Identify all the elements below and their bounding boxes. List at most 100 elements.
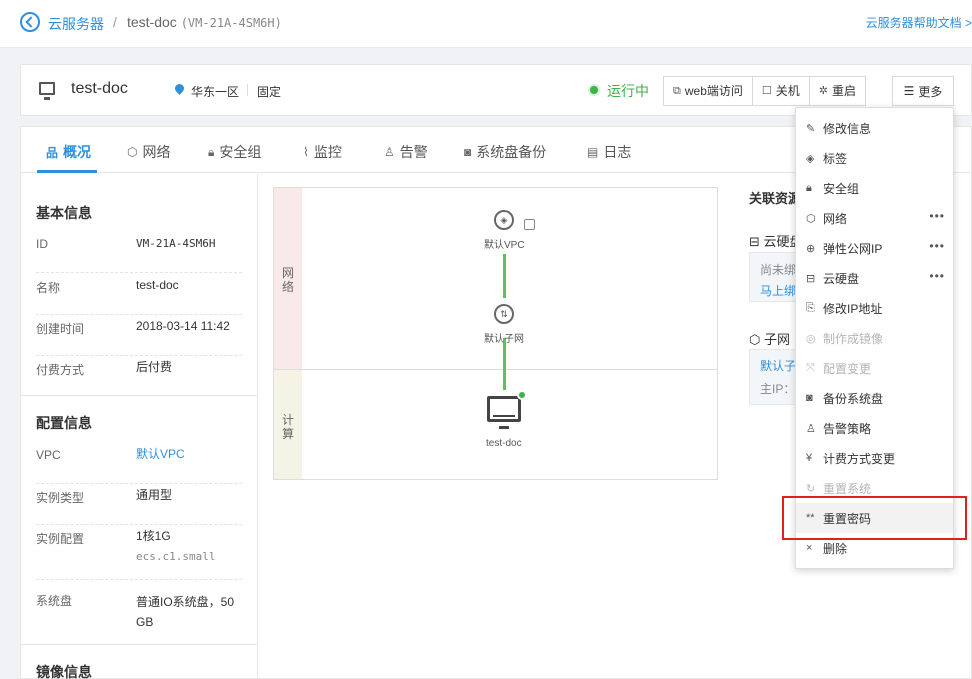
lock-icon: 🔒︎ xyxy=(208,144,215,159)
ip-type-label: 固定 xyxy=(257,85,282,99)
bell-icon: ♙ xyxy=(384,145,395,159)
subnet-node-icon[interactable]: ⇅ xyxy=(494,304,514,324)
overview-icon: 品 xyxy=(46,145,59,160)
more-label: 更多 xyxy=(918,84,943,99)
menu-item-label: 网络 xyxy=(823,211,848,226)
menu-item-reset-system[interactable]: ↻ 重置系统 xyxy=(796,473,953,503)
menu-item-network[interactable]: ⬡ 网络 ••• xyxy=(796,203,953,233)
help-doc-link[interactable]: 云服务器帮助文档 > xyxy=(866,14,972,31)
menu-item-label: 删除 xyxy=(823,541,848,556)
region-label: 华东一区 xyxy=(191,85,240,99)
restart-icon: ✲ xyxy=(818,85,828,97)
menu-item-delete[interactable]: × 删除 xyxy=(796,533,953,563)
image-info-title: 镜像信息 xyxy=(36,664,92,679)
status-text: 运行中 xyxy=(607,83,649,99)
vpc-link[interactable]: 默认VPC xyxy=(136,448,242,461)
info-value: 1核1G ecs.c1.small xyxy=(136,529,242,564)
divider xyxy=(247,84,248,96)
info-row-vpc: VPC 默认VPC xyxy=(36,448,242,484)
menu-item-modify-ip[interactable]: ⎘ 修改IP地址 xyxy=(796,293,953,323)
info-panel: 基本信息 ID VM-21A-4SM6H 名称 test-doc 创建时间 20… xyxy=(21,174,258,679)
camera-icon: ◙ xyxy=(464,145,472,159)
tab-label: 告警 xyxy=(399,144,428,160)
location-pin-icon xyxy=(173,82,186,95)
back-arrow-icon[interactable] xyxy=(20,12,40,32)
info-row-instance-config: 实例配置 1核1G ecs.c1.small xyxy=(36,530,242,580)
menu-item-alarm-policy[interactable]: ♙ 告警策略 xyxy=(796,413,953,443)
subnet-ip-text: 主IP： xyxy=(760,382,796,396)
menu-item-edit-info[interactable]: ✎ 修改信息 xyxy=(796,113,953,143)
tab-overview[interactable]: 品 概况 xyxy=(46,142,91,162)
tab-monitor[interactable]: ⌇ 监控 xyxy=(303,142,342,162)
menu-item-tags[interactable]: ◈ 标签 xyxy=(796,143,953,173)
info-row-created: 创建时间 2018-03-14 11:42 xyxy=(36,320,242,356)
restart-button[interactable]: ✲ 重启 xyxy=(809,77,865,105)
more-button[interactable]: ☰ 更多 xyxy=(892,76,954,106)
menu-item-label: 制作成镜像 xyxy=(823,331,884,346)
menu-item-security-group[interactable]: 🔒︎ 安全组 xyxy=(796,173,953,203)
info-label: 付费方式 xyxy=(36,363,85,377)
instance-node-icon[interactable] xyxy=(487,396,521,429)
info-label: 创建时间 xyxy=(36,322,85,336)
breadcrumb-current-name: test-doc xyxy=(127,14,177,30)
info-value: 2018-03-14 11:42 xyxy=(136,319,230,333)
info-row-name: 名称 test-doc xyxy=(36,279,242,315)
config-spec-code: ecs.c1.small xyxy=(136,550,216,563)
menu-item-reset-password[interactable]: ** 重置密码 xyxy=(796,503,953,533)
vpc-node-icon[interactable]: ◈ xyxy=(494,210,514,230)
menu-item-create-image[interactable]: ◎ 制作成镜像 xyxy=(796,323,953,353)
image-icon: ◎ xyxy=(806,332,816,345)
web-console-icon: ⧉ xyxy=(673,85,681,97)
breadcrumb-parent-link[interactable]: 云服务器 xyxy=(48,14,104,34)
edit-icon: ✎ xyxy=(806,122,816,135)
info-row-system-disk: 系统盘 普通IO系统盘，50 GB xyxy=(36,592,242,642)
subnet-section-title: ⬡ 子网 xyxy=(749,332,790,347)
network-icon: ⬡ xyxy=(806,212,816,225)
tab-security-group[interactable]: 🔒︎ 安全组 xyxy=(208,142,261,162)
tab-alarm[interactable]: ♙ 告警 xyxy=(384,142,428,162)
breadcrumb-current: test-doc (VM-21A-4SM6H) xyxy=(127,14,282,30)
vpc-detail-icon[interactable] xyxy=(524,219,535,230)
tab-label: 监控 xyxy=(313,144,342,160)
submenu-dots-icon[interactable]: ••• xyxy=(929,239,945,253)
tab-network[interactable]: ⬡ 网络 xyxy=(127,142,170,162)
submenu-dots-icon[interactable]: ••• xyxy=(929,269,945,283)
info-label: VPC xyxy=(36,448,61,462)
menu-item-elastic-ip[interactable]: ⊕ 弹性公网IP ••• xyxy=(796,233,953,263)
password-icon: ** xyxy=(806,512,815,524)
tab-log[interactable]: ▤ 日志 xyxy=(587,142,631,162)
topology-diagram: 网络 计算 ◈ 默认VPC ⇅ 默认子网 test-doc xyxy=(273,187,718,480)
restart-label: 重启 xyxy=(831,84,856,98)
menu-item-label: 配置变更 xyxy=(823,361,872,376)
menu-item-backup-system-disk[interactable]: ◙ 备份系统盘 xyxy=(796,383,953,413)
camera-icon: ◙ xyxy=(806,392,813,404)
lock-icon: 🔒︎ xyxy=(806,181,812,194)
config-info-title: 配置信息 xyxy=(36,415,92,431)
tag-icon: ◈ xyxy=(806,152,815,165)
menu-item-change-billing[interactable]: ¥ 计费方式变更 xyxy=(796,443,953,473)
monitor-icon xyxy=(39,82,55,100)
tab-system-disk-backup[interactable]: ◙ 系统盘备份 xyxy=(464,142,546,162)
info-value: VM-21A-4SM6H xyxy=(136,237,216,250)
web-access-button[interactable]: ⧉ web端访问 xyxy=(664,77,753,105)
network-icon: ⬡ xyxy=(127,145,138,159)
submenu-dots-icon[interactable]: ••• xyxy=(929,209,945,223)
action-button-group: ⧉ web端访问 ☐ 关机 ✲ 重启 xyxy=(663,76,866,106)
disk-icon: ⊟ xyxy=(749,234,764,249)
info-label: 实例类型 xyxy=(36,491,85,505)
menu-item-cloud-disk[interactable]: ⊟ 云硬盘 ••• xyxy=(796,263,953,293)
info-row-billing: 付费方式 后付费 xyxy=(36,361,242,397)
menu-item-label: 重置系统 xyxy=(823,481,872,496)
info-value: 后付费 xyxy=(136,360,173,374)
close-icon: × xyxy=(806,542,813,554)
config-spec: 1核1G xyxy=(136,529,171,543)
more-dropdown-menu: ✎ 修改信息 ◈ 标签 🔒︎ 安全组 ⬡ 网络 ••• ⊕ 弹性公网IP •••… xyxy=(795,107,954,569)
bell-icon: ♙ xyxy=(806,422,816,435)
shutdown-button[interactable]: ☐ 关机 xyxy=(752,77,810,105)
zone-divider xyxy=(274,369,717,370)
menu-item-change-config[interactable]: ⤧ 配置变更 xyxy=(796,353,953,383)
menu-item-label: 告警策略 xyxy=(823,421,872,436)
tab-label: 安全组 xyxy=(219,144,262,160)
disk-icon: ⊟ xyxy=(806,272,816,285)
instance-node-label: test-doc xyxy=(486,438,522,449)
